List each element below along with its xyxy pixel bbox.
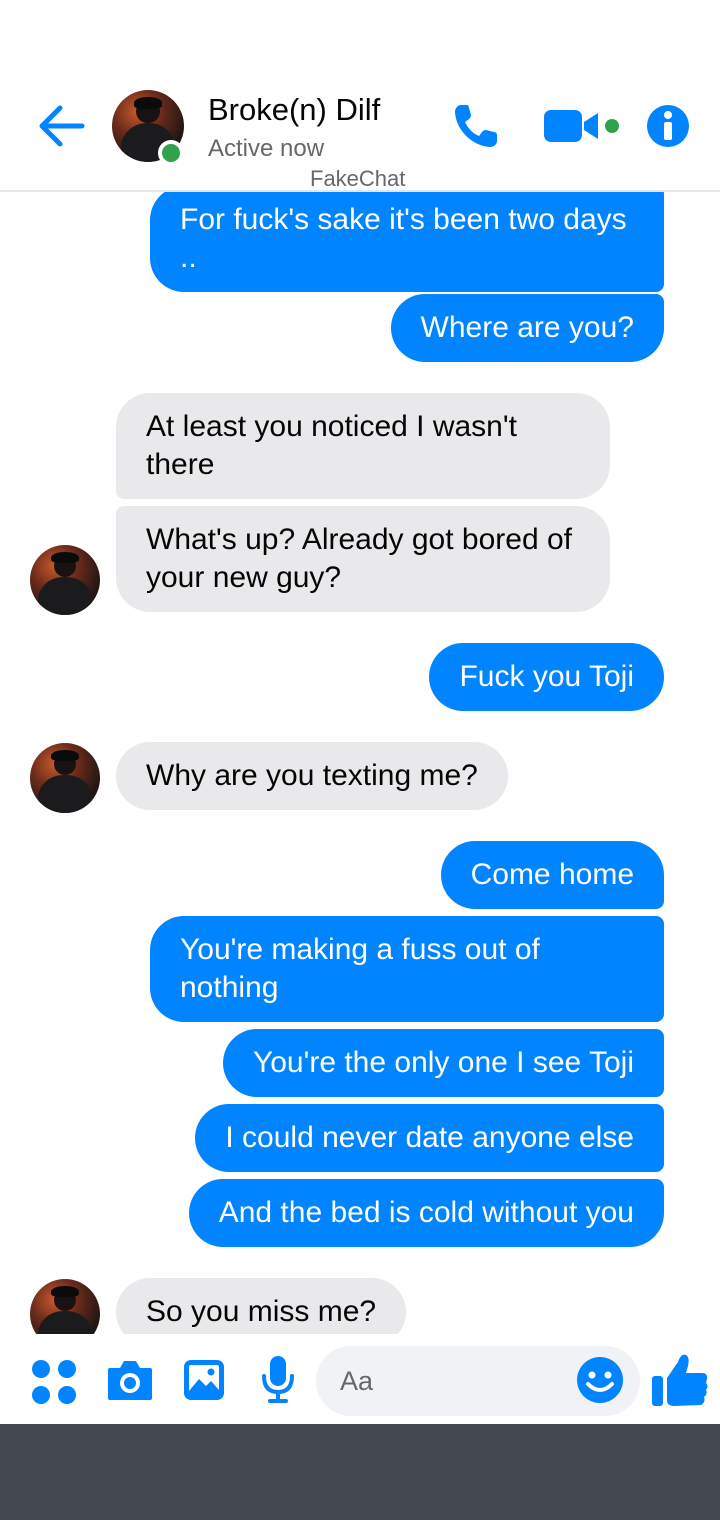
message-thread[interactable]: For fuck's sake it's been two days .. Wh…: [0, 192, 720, 1334]
video-camera-icon[interactable]: [544, 108, 624, 144]
online-status-dot: [158, 140, 184, 166]
back-arrow-icon[interactable]: [38, 104, 86, 148]
thumbs-up-icon[interactable]: [650, 1350, 710, 1410]
camera-icon[interactable]: [106, 1358, 154, 1402]
message-bubble-incoming[interactable]: Why are you texting me?: [116, 742, 508, 810]
active-status: Active now: [208, 135, 325, 162]
message-bubble-outgoing[interactable]: You're making a fuss out of nothing: [150, 916, 664, 1022]
system-navigation-bar: [0, 1424, 720, 1520]
gallery-icon[interactable]: [182, 1358, 226, 1402]
message-bubble-outgoing[interactable]: For fuck's sake it's been two days ..: [150, 192, 664, 292]
chat-header: Broke(n) Dilf Active now FakeChat: [0, 0, 720, 192]
message-bubble-incoming[interactable]: What's up? Already got bored of your new…: [116, 506, 610, 612]
watermark: FakeChat: [310, 166, 406, 191]
sender-avatar[interactable]: [30, 1279, 100, 1334]
emoji-icon[interactable]: [576, 1356, 624, 1404]
menu-dots-icon[interactable]: [30, 1358, 78, 1406]
microphone-icon[interactable]: [260, 1354, 296, 1404]
sender-avatar[interactable]: [30, 545, 100, 615]
message-bubble-outgoing[interactable]: Come home: [440, 841, 664, 909]
message-bubble-incoming[interactable]: So you miss me?: [116, 1278, 407, 1334]
message-input[interactable]: [340, 1346, 580, 1416]
message-bubble-outgoing[interactable]: You're the only one I see Toji: [222, 1029, 664, 1097]
phone-icon[interactable]: [452, 102, 500, 150]
info-icon[interactable]: [646, 104, 690, 148]
message-composer: [0, 1334, 720, 1424]
message-bubble-outgoing[interactable]: Where are you?: [390, 294, 664, 362]
message-bubble-outgoing[interactable]: I could never date anyone else: [195, 1104, 664, 1172]
message-bubble-outgoing[interactable]: And the bed is cold without you: [188, 1179, 664, 1247]
message-bubble-outgoing[interactable]: Fuck you Toji: [429, 643, 664, 711]
sender-avatar[interactable]: [30, 743, 100, 813]
message-bubble-incoming[interactable]: At least you noticed I wasn't there: [116, 393, 610, 499]
contact-name[interactable]: Broke(n) Dilf: [208, 92, 380, 128]
